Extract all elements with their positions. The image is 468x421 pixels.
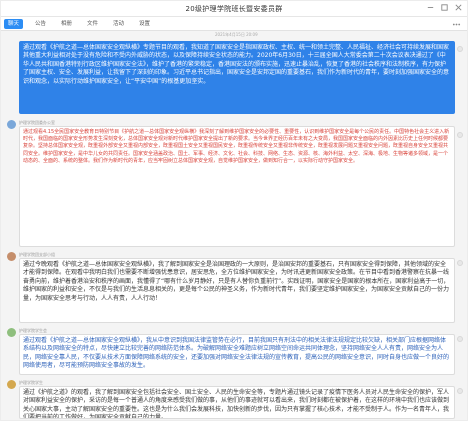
title-bar: 20级护理学院班长暨安委员群 — [1, 1, 467, 17]
tab-album[interactable]: 相册 — [57, 19, 76, 29]
scroll-marker-icon — [457, 388, 463, 394]
tab-chat[interactable]: 聊天 — [4, 19, 24, 29]
more-icon[interactable] — [452, 20, 461, 29]
tab-activity[interactable]: 活动 — [109, 19, 128, 29]
message-bubble: 通过观看4.15全民国家安全教育日特别节目《护航之道—总体国家安全观纵横》我深刻… — [19, 126, 455, 247]
chat-window: 20级护理学院班长暨安委员群 聊天 公告 相册 文件 活动 设置 2021年4月… — [0, 0, 468, 421]
minimize-icon[interactable] — [426, 3, 435, 12]
tab-announcement[interactable]: 公告 — [31, 19, 50, 29]
message-bubble: 通过观看《护航之道—总体国家安全观纵横》，我从中意识到我国法律监管势在必行，目前… — [19, 334, 455, 375]
message-bubble: 通过今晚观看《护航之道—总体国家安全观纵横》，我了解到国家安全是治国理政的一大原… — [19, 258, 455, 323]
message-timestamp: 2021年4月15日 20:09 — [215, 32, 258, 37]
scroll-marker-icon — [457, 46, 463, 52]
message-bubble: 通过观看《护航之道—总体国家安全观纵横》专题节目的观看，我知道了国家安全是指国家… — [19, 41, 455, 114]
avatar[interactable] — [7, 120, 16, 129]
message-bubble: 通过《护航之道》的观看，我了解到国家安全包括社会安全、国土安全、人民的生命安全等… — [19, 386, 455, 419]
message-item: 护理学院学生会 通过观看《护航之道—总体国家安全观纵横》，我从中意识到我国法律监… — [5, 326, 463, 376]
maximize-icon[interactable] — [440, 3, 449, 12]
scroll-marker-icon — [457, 336, 463, 342]
avatar[interactable] — [7, 252, 16, 261]
group-tabs: 聊天 公告 相册 文件 活动 设置 — [1, 17, 467, 31]
message-item: 2021年4月15日 20:09 通过观看《护航之道—总体国家安全观纵横》专题节… — [5, 32, 463, 116]
tab-settings[interactable]: 设置 — [135, 19, 154, 29]
avatar[interactable] — [7, 328, 16, 337]
close-icon[interactable] — [454, 3, 463, 12]
tab-files[interactable]: 文件 — [83, 19, 102, 29]
message-item: 护理学院学生 通过《护航之道》的观看，我了解到国家安全包括社会安全、国土安全、人… — [5, 378, 463, 420]
scroll-marker-icon — [457, 260, 463, 266]
message-item: 护理学院团委办公室 通过观看4.15全民国家安全教育日特别节目《护航之道—总体国… — [5, 118, 463, 248]
avatar[interactable] — [7, 380, 16, 389]
message-item: 护理学院团支部小组 通过今晚观看《护航之道—总体国家安全观纵横》，我了解到国家安… — [5, 250, 463, 324]
scroll-marker-icon — [457, 132, 463, 138]
message-feed[interactable]: 2021年4月15日 20:09 通过观看《护航之道—总体国家安全观纵横》专题节… — [5, 32, 463, 420]
group-title: 20级护理学院班长暨安委员群 — [185, 5, 283, 13]
